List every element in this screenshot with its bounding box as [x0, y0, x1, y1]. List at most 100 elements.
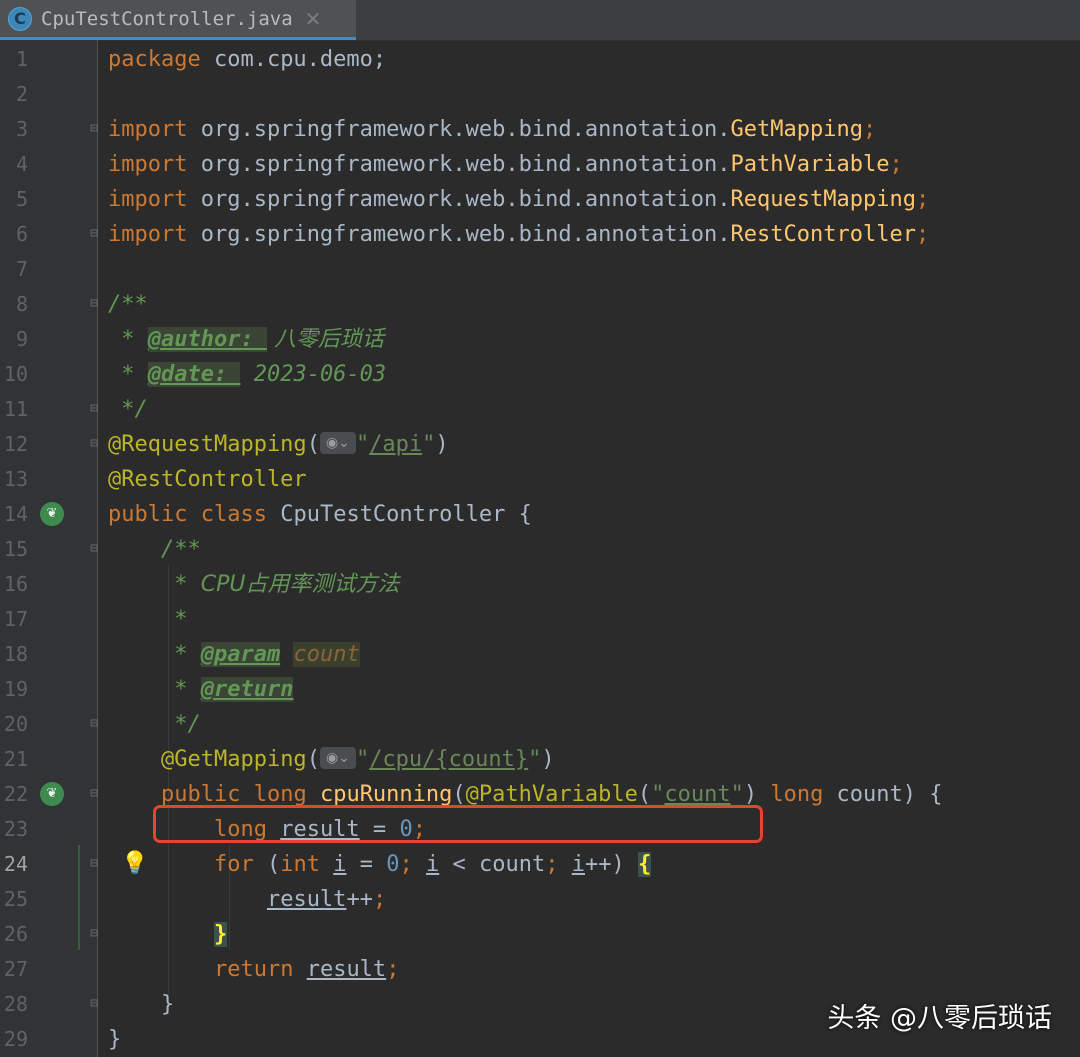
code-line[interactable]: 3 ⊟ import org.springframework.web.bind.… [0, 112, 1080, 147]
fold-close-icon[interactable]: ⊟ [88, 227, 100, 241]
fold-close-icon[interactable]: ⊟ [88, 997, 100, 1011]
fold-close-icon[interactable]: ⊟ [88, 402, 100, 416]
fold-open-icon[interactable]: ⊟ [88, 297, 100, 311]
line-number: 13 [3, 467, 28, 491]
brace: } [160, 992, 175, 1017]
code-editor[interactable]: 1 package com.cpu.demo; 2 3 ⊟ import org… [0, 40, 1080, 1057]
code-line[interactable]: 4 import org.springframework.web.bind.an… [0, 147, 1080, 182]
line-number: 5 [15, 187, 28, 211]
keyword: import [108, 152, 188, 177]
fold-open-icon[interactable]: ⊟ [88, 437, 100, 451]
code-line[interactable]: 15 ⊟ /** [0, 532, 1080, 567]
code-line[interactable]: 26 ⊟ } [0, 917, 1080, 952]
doc-star: * [160, 642, 201, 667]
doc-comment: */ [160, 712, 201, 737]
paren: ) [611, 852, 625, 877]
line-number: 28 [3, 992, 28, 1016]
fold-open-icon[interactable]: ⊟ [88, 542, 100, 556]
brace: } [108, 1027, 122, 1052]
semicolon: ; [372, 887, 387, 912]
keyword: long [253, 782, 307, 807]
fold-open-icon[interactable]: ⊟ [88, 857, 100, 871]
code-line[interactable]: 14 ❦ public class CpuTestController { [0, 497, 1080, 532]
globe-icon[interactable]: ◉⌄ [319, 432, 356, 454]
doc-comment: /** [108, 292, 148, 317]
doc-date-value: 2023-06-03 [240, 362, 387, 387]
quote: " [355, 747, 370, 772]
fold-open-icon[interactable]: ⊟ [88, 787, 100, 801]
string-literal: count [664, 782, 731, 807]
quote: " [528, 747, 542, 772]
paren: ) [435, 432, 449, 457]
import-class: RestController [730, 222, 916, 247]
code-line[interactable]: 10 * @date: 2023-06-03 [0, 357, 1080, 392]
paren: ( [637, 782, 652, 807]
param-declaration: count) { [823, 782, 943, 807]
semicolon: ; [399, 852, 413, 877]
code-line[interactable]: 5 import org.springframework.web.bind.an… [0, 182, 1080, 217]
code-line[interactable]: 6 ⊟ import org.springframework.web.bind.… [0, 217, 1080, 252]
import-package: org.springframework.web.bind.annotation. [187, 117, 731, 142]
url-path[interactable]: /api [369, 432, 422, 457]
number: 0 [386, 852, 400, 877]
import-package: org.springframework.web.bind.annotation. [187, 152, 731, 177]
code-line[interactable]: 21 @GetMapping(◉⌄ "/cpu/{count}") [0, 742, 1080, 777]
editor-tab[interactable]: C CpuTestController.java ✕ [0, 0, 356, 40]
code-line[interactable]: 19 * @return [0, 672, 1080, 707]
line-number: 19 [3, 677, 28, 701]
close-icon[interactable]: ✕ [305, 7, 322, 31]
keyword: public [108, 502, 188, 527]
quote: " [355, 432, 370, 457]
variable: i [333, 852, 347, 877]
fold-close-icon[interactable]: ⊟ [88, 927, 100, 941]
spring-bean-icon[interactable]: ❦ [40, 502, 64, 526]
doc-param-value: count [293, 642, 360, 667]
fold-open-icon[interactable]: ⊟ [88, 122, 100, 136]
paren: ) [541, 747, 555, 772]
keyword: import [108, 117, 188, 142]
code-line[interactable]: 27 return result; [0, 952, 1080, 987]
line-number: 16 [3, 572, 28, 596]
quote: " [651, 782, 665, 807]
doc-star: * [108, 362, 148, 387]
code-line-current[interactable]: 24 ⊟ 💡 for (int i = 0; i < count; i++) { [0, 847, 1080, 882]
variable: i [571, 852, 585, 877]
doc-description: CPU占用率测试方法 [200, 572, 400, 597]
code-line[interactable]: 1 package com.cpu.demo; [0, 42, 1080, 77]
line-number: 14 [3, 502, 28, 526]
url-path[interactable]: /cpu/{count} [369, 747, 528, 772]
code-line[interactable]: 9 * @author: 八零后琐话 [0, 322, 1080, 357]
fold-close-icon[interactable]: ⊟ [88, 717, 100, 731]
variable: result [266, 887, 347, 912]
semicolon: ; [863, 117, 877, 142]
code-line[interactable]: 17 * [0, 602, 1080, 637]
import-class: PathVariable [730, 152, 890, 177]
code-line[interactable]: 12 ⊟ @RequestMapping(◉⌄ "/api") [0, 427, 1080, 462]
operator: = [346, 852, 387, 877]
line-number: 17 [3, 607, 28, 631]
code-line[interactable]: 8 ⊟ /** [0, 287, 1080, 322]
semicolon: ; [545, 852, 559, 877]
line-number: 23 [3, 817, 28, 841]
line-number: 18 [3, 642, 28, 666]
keyword: for [213, 852, 254, 877]
code-line[interactable]: 7 [0, 252, 1080, 287]
doc-comment: /** [160, 537, 201, 562]
code-line[interactable]: 25 result++; [0, 882, 1080, 917]
line-number: 11 [3, 397, 28, 421]
keyword: return [213, 957, 294, 982]
tab-filename: CpuTestController.java [41, 7, 293, 30]
spring-web-icon[interactable]: ❦ [40, 782, 64, 806]
semicolon: ; [915, 222, 930, 247]
code-line[interactable]: 20 ⊟ */ [0, 707, 1080, 742]
globe-icon[interactable]: ◉⌄ [319, 747, 356, 769]
code-line[interactable]: 2 [0, 77, 1080, 112]
code-line[interactable]: 11 ⊟ */ [0, 392, 1080, 427]
line-number: 24 [3, 852, 28, 876]
code-line[interactable]: 13 @RestController [0, 462, 1080, 497]
watermark: 头条 @八零后琐话 [827, 1003, 1052, 1034]
doc-star: * [160, 607, 201, 632]
code-line[interactable]: 18 * @param count [0, 637, 1080, 672]
line-number: 9 [15, 327, 28, 351]
code-line[interactable]: 16 * CPU占用率测试方法 [0, 567, 1080, 602]
